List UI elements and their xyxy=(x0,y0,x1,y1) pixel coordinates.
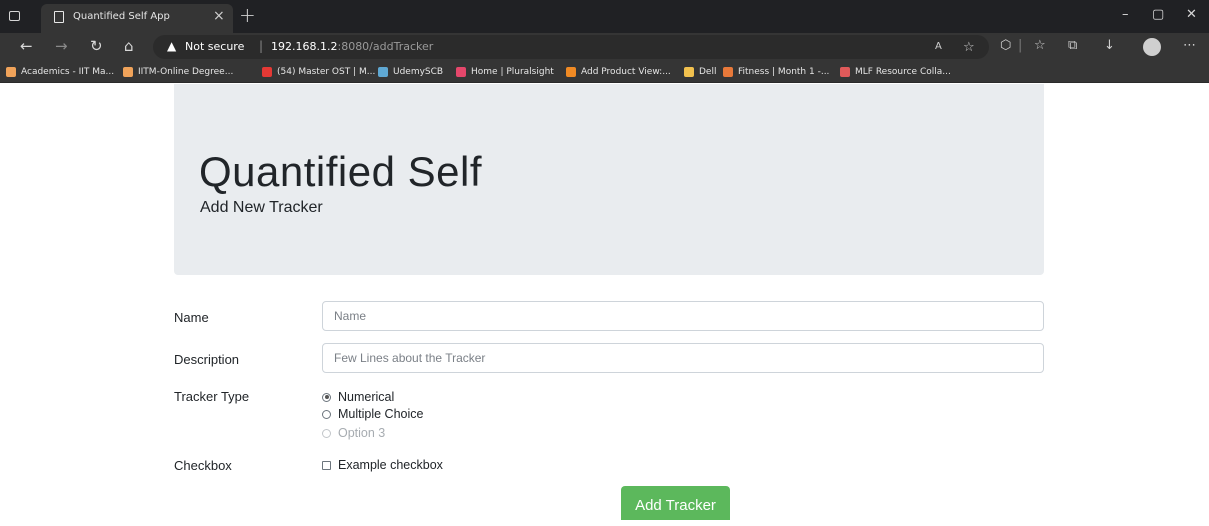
bookmark-label: (54) Master OST | M... xyxy=(277,67,376,77)
new-tab-button[interactable]: + xyxy=(239,3,256,27)
radio-option-3: Option 3 xyxy=(322,425,385,441)
bookmark-label: Academics - IIT Ma... xyxy=(21,67,115,77)
tracker-type-label: Tracker Type xyxy=(174,389,250,404)
radio-multiple-choice[interactable]: Multiple Choice xyxy=(322,406,423,422)
radio-label: Multiple Choice xyxy=(338,407,424,421)
restore-button[interactable]: ▢ xyxy=(1152,7,1164,22)
downloads-icon[interactable]: ↓ xyxy=(1104,38,1115,53)
bookmark-favicon-icon xyxy=(566,67,576,77)
bookmark-favicon-icon xyxy=(123,67,133,77)
favorite-star-icon[interactable]: ☆ xyxy=(963,40,975,55)
name-input[interactable] xyxy=(322,301,1044,331)
radio-numerical[interactable]: Numerical xyxy=(322,389,394,405)
read-aloud-icon[interactable]: A xyxy=(935,41,942,52)
extensions-icon[interactable]: ⬡ xyxy=(1000,38,1011,53)
bookmark-favicon-icon xyxy=(840,67,850,77)
bookmark-label: IITM-Online Degree... xyxy=(138,67,234,77)
bookmark-item[interactable]: Fitness | Month 1 -... xyxy=(723,65,829,79)
bookmarks-bar: Academics - IIT Ma... IITM-Online Degree… xyxy=(0,61,1209,83)
description-label: Description xyxy=(174,352,240,367)
bookmark-label: Dell xyxy=(699,67,717,77)
more-menu-icon[interactable]: ⋯ xyxy=(1183,38,1196,53)
forward-arrow-icon[interactable]: → xyxy=(55,37,68,55)
profile-avatar[interactable] xyxy=(1143,38,1161,56)
browser-titlebar: Quantified Self App × + – ▢ ✕ xyxy=(0,0,1209,33)
bookmark-favicon-icon xyxy=(6,67,16,77)
checkbox-option-label: Example checkbox xyxy=(338,458,443,472)
bookmark-item[interactable]: (54) Master OST | M... xyxy=(262,65,375,79)
bookmark-item[interactable]: UdemySCB xyxy=(378,65,443,79)
add-tracker-button[interactable]: Add Tracker xyxy=(621,486,730,520)
example-checkbox[interactable]: Example checkbox xyxy=(322,457,443,473)
warning-icon[interactable]: ▲ xyxy=(167,39,176,53)
browser-tab[interactable]: Quantified Self App × xyxy=(41,4,233,33)
bookmark-item[interactable]: Dell xyxy=(684,65,716,79)
reload-icon[interactable]: ↻ xyxy=(90,37,103,55)
url-host: 192.168.1.2 xyxy=(271,40,338,53)
radio-label: Numerical xyxy=(338,390,395,404)
collections-icon[interactable]: ⧉ xyxy=(1068,38,1077,53)
description-input[interactable] xyxy=(322,343,1044,373)
radio-button xyxy=(322,428,331,438)
bookmark-item[interactable]: Academics - IIT Ma... xyxy=(6,65,114,79)
bookmark-label: Home | Pluralsight xyxy=(471,67,554,77)
url-path: :8080/addTracker xyxy=(337,40,434,53)
home-icon[interactable]: ⌂ xyxy=(124,37,134,55)
security-label[interactable]: Not secure xyxy=(185,40,244,53)
favorites-icon[interactable]: ☆ xyxy=(1034,38,1046,53)
bookmark-favicon-icon xyxy=(684,67,694,77)
name-label: Name xyxy=(174,310,209,325)
bookmark-item[interactable]: MLF Resource Colla... xyxy=(840,65,951,79)
bookmark-label: Fitness | Month 1 -... xyxy=(738,67,830,77)
bookmark-item[interactable]: Add Product View:... xyxy=(566,65,671,79)
page-subtitle: Add New Tracker xyxy=(200,199,323,216)
checkbox-box[interactable] xyxy=(322,460,331,470)
minimize-button[interactable]: – xyxy=(1122,7,1129,22)
bookmark-favicon-icon xyxy=(456,67,466,77)
bookmark-label: UdemySCB xyxy=(393,67,444,77)
browser-toolbar: ← → ↻ ⌂ ▲ Not secure | 192.168.1.2:8080/… xyxy=(0,33,1209,61)
bookmark-favicon-icon xyxy=(723,67,733,77)
page-title: Quantified Self xyxy=(199,148,483,195)
tab-close-icon[interactable]: × xyxy=(213,8,225,24)
close-window-button[interactable]: ✕ xyxy=(1186,7,1197,22)
bookmark-label: MLF Resource Colla... xyxy=(855,67,951,77)
tab-title: Quantified Self App xyxy=(73,11,170,22)
bookmark-favicon-icon xyxy=(378,67,388,77)
toolbar-divider: | xyxy=(1018,38,1023,53)
url-text[interactable]: 192.168.1.2:8080/addTracker xyxy=(271,40,433,53)
checkbox-label: Checkbox xyxy=(174,458,232,473)
page-icon xyxy=(54,11,64,23)
address-separator: | xyxy=(259,39,264,53)
radio-label: Option 3 xyxy=(338,426,386,440)
back-arrow-icon[interactable]: ← xyxy=(20,37,33,55)
address-bar[interactable]: ▲ Not secure | 192.168.1.2:8080/addTrack… xyxy=(153,35,989,59)
radio-button[interactable] xyxy=(322,409,331,419)
tab-actions-icon[interactable] xyxy=(9,11,20,21)
page-header: Quantified Self Add New Tracker xyxy=(174,84,1044,275)
radio-button[interactable] xyxy=(322,392,331,402)
bookmark-item[interactable]: IITM-Online Degree... xyxy=(123,65,233,79)
bookmark-label: Add Product View:... xyxy=(581,67,671,77)
bookmark-favicon-icon xyxy=(262,67,272,77)
bookmark-item[interactable]: Home | Pluralsight xyxy=(456,65,554,79)
